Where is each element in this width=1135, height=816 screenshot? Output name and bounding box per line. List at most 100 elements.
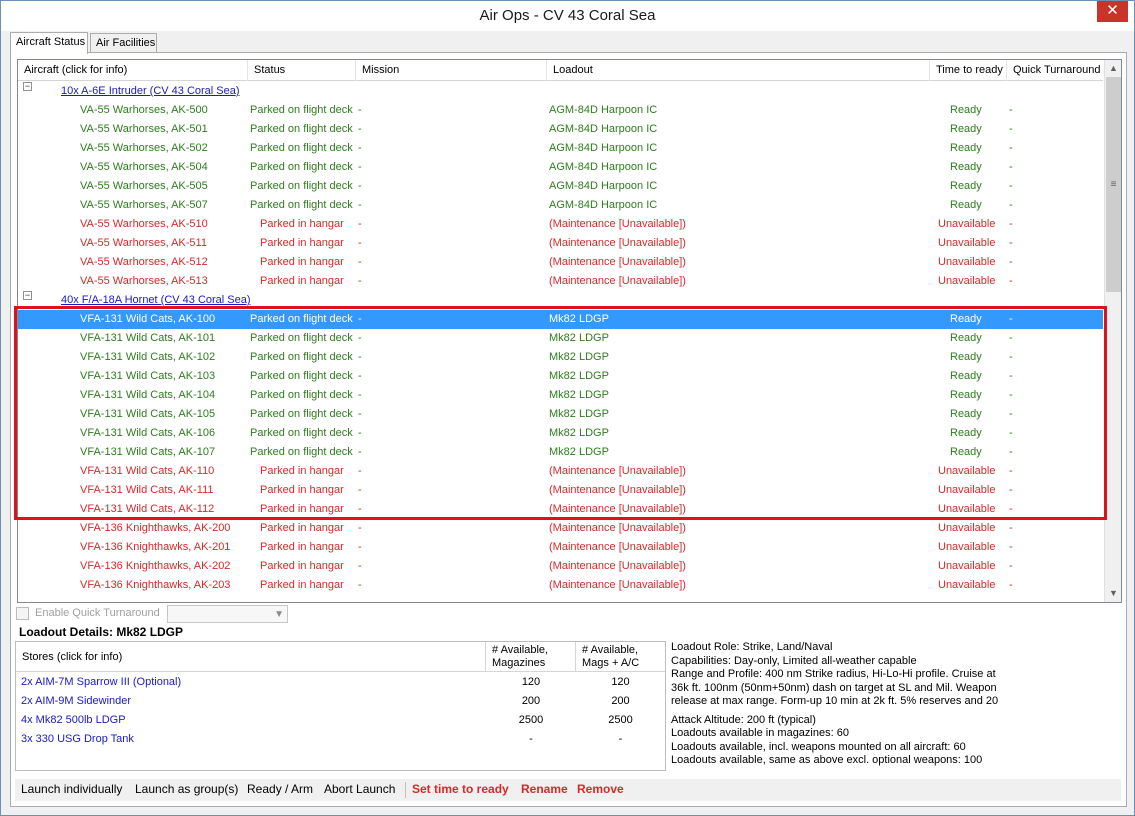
cell-aircraft[interactable]: VFA-131 Wild Cats, AK-103	[80, 367, 245, 386]
col-available-magazines[interactable]: # Available, Magazines	[486, 642, 576, 672]
store-row[interactable]: 4x Mk82 500lb LDGP 2500 2500	[16, 711, 665, 730]
cell-aircraft[interactable]: VFA-131 Wild Cats, AK-101	[80, 329, 245, 348]
scroll-thumb[interactable]: ≡	[1106, 77, 1121, 292]
aircraft-row[interactable]: VFA-131 Wild Cats, AK-104 Parked on fligh…	[18, 386, 1103, 405]
cell-aircraft[interactable]: VA-55 Warhorses, AK-502	[80, 139, 245, 158]
cell-aircraft[interactable]: VFA-131 Wild Cats, AK-100	[80, 310, 245, 329]
cell-aircraft[interactable]: VFA-131 Wild Cats, AK-112	[80, 500, 245, 519]
aircraft-row[interactable]: VFA-131 Wild Cats, AK-105 Parked on fligh…	[18, 405, 1103, 424]
cell-aircraft[interactable]: VFA-131 Wild Cats, AK-107	[80, 443, 245, 462]
cell-aircraft[interactable]: VA-55 Warhorses, AK-501	[80, 120, 245, 139]
tab-air-facilities[interactable]: Air Facilities	[90, 33, 157, 53]
action-abort-launch-button[interactable]: Abort Launch	[324, 782, 395, 796]
aircraft-row[interactable]: VFA-131 Wild Cats, AK-102 Parked on fligh…	[18, 348, 1103, 367]
group-name[interactable]: 10x A-6E Intruder (CV 43 Coral Sea)	[61, 82, 240, 101]
cell-aircraft[interactable]: VFA-131 Wild Cats, AK-104	[80, 386, 245, 405]
col-available-mags-ac[interactable]: # Available, Mags + A/C	[576, 642, 665, 672]
loadout-info: Loadout Role: Strike, Land/Naval Capabili…	[671, 641, 1001, 768]
tab-aircraft-status[interactable]: Aircraft Status	[10, 32, 88, 54]
store-row[interactable]: 2x AIM-9M Sidewinder 200 200	[16, 692, 665, 711]
aircraft-row[interactable]: VFA-136 Knighthawks, AK-202 Parked in han…	[18, 557, 1103, 576]
cell-quick-turnaround: -	[1009, 370, 1013, 382]
aircraft-row[interactable]: VA-55 Warhorses, AK-511 Parked in hangar -…	[18, 234, 1103, 253]
cell-aircraft[interactable]: VA-55 Warhorses, AK-504	[80, 158, 245, 177]
close-button[interactable]: ✕	[1097, 1, 1128, 22]
col-aircraft[interactable]: Aircraft (click for info)	[18, 60, 248, 81]
action-rename-button[interactable]: Rename	[521, 782, 568, 796]
aircraft-row[interactable]: VA-55 Warhorses, AK-510 Parked in hangar -…	[18, 215, 1103, 234]
group-name[interactable]: 40x F/A-18A Hornet (CV 43 Coral Sea)	[61, 291, 251, 310]
col-mission[interactable]: Mission	[356, 60, 547, 81]
cell-loadout: Mk82 LDGP	[549, 389, 609, 401]
cell-aircraft[interactable]: VA-55 Warhorses, AK-507	[80, 196, 245, 215]
aircraft-row[interactable]: VA-55 Warhorses, AK-512 Parked in hangar -…	[18, 253, 1103, 272]
aircraft-row[interactable]: VFA-131 Wild Cats, AK-103 Parked on fligh…	[18, 367, 1103, 386]
action-set-time-to-ready-button[interactable]: Set time to ready	[412, 782, 509, 796]
cell-aircraft[interactable]: VA-55 Warhorses, AK-512	[80, 253, 245, 272]
action-launch-individually-button[interactable]: Launch individually	[21, 782, 122, 796]
aircraft-row[interactable]: VFA-136 Knighthawks, AK-200 Parked in han…	[18, 519, 1103, 538]
store-name[interactable]: 3x 330 USG Drop Tank	[21, 730, 134, 749]
aircraft-row[interactable]: VA-55 Warhorses, AK-505 Parked on flight …	[18, 177, 1103, 196]
store-name[interactable]: 4x Mk82 500lb LDGP	[21, 711, 126, 730]
aircraft-row[interactable]: VA-55 Warhorses, AK-501 Parked on flight …	[18, 120, 1103, 139]
cell-time-to-ready: Unavailable	[938, 237, 996, 249]
store-row[interactable]: 3x 330 USG Drop Tank - -	[16, 730, 665, 749]
aircraft-row[interactable]: VFA-131 Wild Cats, AK-107 Parked on fligh…	[18, 443, 1103, 462]
quick-turnaround-label: Enable Quick Turnaround	[35, 607, 160, 619]
cell-aircraft[interactable]: VA-55 Warhorses, AK-513	[80, 272, 245, 291]
cell-aircraft[interactable]: VFA-131 Wild Cats, AK-110	[80, 462, 245, 481]
aircraft-row[interactable]: VFA-131 Wild Cats, AK-110 Parked in hanga…	[18, 462, 1103, 481]
aircraft-row[interactable]: VA-55 Warhorses, AK-502 Parked on flight …	[18, 139, 1103, 158]
cell-aircraft[interactable]: VFA-136 Knighthawks, AK-202	[80, 557, 245, 576]
store-row[interactable]: 2x AIM-7M Sparrow III (Optional) 120 120	[16, 673, 665, 692]
cell-aircraft[interactable]: VFA-131 Wild Cats, AK-106	[80, 424, 245, 443]
cell-aircraft[interactable]: VFA-131 Wild Cats, AK-111	[80, 481, 245, 500]
aircraft-row[interactable]: VFA-136 Knighthawks, AK-201 Parked in han…	[18, 538, 1103, 557]
store-name[interactable]: 2x AIM-7M Sparrow III (Optional)	[21, 673, 181, 692]
cell-quick-turnaround: -	[1009, 389, 1013, 401]
cell-aircraft[interactable]: VFA-131 Wild Cats, AK-102	[80, 348, 245, 367]
action-launch-as-group-s-button[interactable]: Launch as group(s)	[135, 782, 238, 796]
scroll-down-icon[interactable]: ▼	[1105, 585, 1121, 602]
cell-status: Parked in hangar	[260, 484, 344, 496]
quick-turnaround-select[interactable]: ▼	[167, 605, 288, 623]
quick-turnaround-checkbox[interactable]	[16, 607, 29, 620]
cell-loadout: (Maintenance [Unavailable])	[549, 218, 686, 230]
aircraft-row[interactable]: VFA-131 Wild Cats, AK-100 Parked on fligh…	[18, 310, 1103, 329]
col-stores[interactable]: Stores (click for info)	[16, 642, 486, 672]
grid-scrollbar[interactable]: ▲ ≡ ▼	[1104, 60, 1121, 602]
aircraft-row[interactable]: VFA-131 Wild Cats, AK-106 Parked on fligh…	[18, 424, 1103, 443]
cell-aircraft[interactable]: VFA-136 Knighthawks, AK-200	[80, 519, 245, 538]
col-quick-turnaround[interactable]: Quick Turnaround	[1007, 60, 1103, 81]
cell-aircraft[interactable]: VA-55 Warhorses, AK-500	[80, 101, 245, 120]
group-row[interactable]: − 10x A-6E Intruder (CV 43 Coral Sea)	[18, 82, 1103, 101]
action-remove-button[interactable]: Remove	[577, 782, 624, 796]
action-ready-arm-button[interactable]: Ready / Arm	[247, 782, 313, 796]
cell-mission: -	[358, 465, 362, 477]
cell-aircraft[interactable]: VFA-136 Knighthawks, AK-201	[80, 538, 245, 557]
cell-aircraft[interactable]: VFA-131 Wild Cats, AK-105	[80, 405, 245, 424]
aircraft-row[interactable]: VFA-131 Wild Cats, AK-112 Parked in hanga…	[18, 500, 1103, 519]
cell-mission: -	[358, 237, 362, 249]
cell-aircraft[interactable]: VFA-136 Knighthawks, AK-203	[80, 576, 245, 595]
col-status[interactable]: Status	[248, 60, 356, 81]
cell-aircraft[interactable]: VA-55 Warhorses, AK-505	[80, 177, 245, 196]
aircraft-row[interactable]: VA-55 Warhorses, AK-507 Parked on flight …	[18, 196, 1103, 215]
group-row[interactable]: − 40x F/A-18A Hornet (CV 43 Coral Sea)	[18, 291, 1103, 310]
aircraft-row[interactable]: VA-55 Warhorses, AK-513 Parked in hangar -…	[18, 272, 1103, 291]
aircraft-row[interactable]: VA-55 Warhorses, AK-504 Parked on flight …	[18, 158, 1103, 177]
aircraft-row[interactable]: VFA-136 Knighthawks, AK-203 Parked in han…	[18, 576, 1103, 595]
scroll-up-icon[interactable]: ▲	[1105, 60, 1121, 77]
cell-status: Parked on flight deck	[250, 370, 353, 382]
col-time-to-ready[interactable]: Time to ready	[930, 60, 1007, 81]
collapse-icon[interactable]: −	[23, 82, 32, 91]
cell-aircraft[interactable]: VA-55 Warhorses, AK-511	[80, 234, 245, 253]
col-loadout[interactable]: Loadout	[547, 60, 930, 81]
cell-aircraft[interactable]: VA-55 Warhorses, AK-510	[80, 215, 245, 234]
aircraft-row[interactable]: VFA-131 Wild Cats, AK-101 Parked on fligh…	[18, 329, 1103, 348]
collapse-icon[interactable]: −	[23, 291, 32, 300]
aircraft-row[interactable]: VA-55 Warhorses, AK-500 Parked on flight …	[18, 101, 1103, 120]
aircraft-row[interactable]: VFA-131 Wild Cats, AK-111 Parked in hanga…	[18, 481, 1103, 500]
store-name[interactable]: 2x AIM-9M Sidewinder	[21, 692, 131, 711]
